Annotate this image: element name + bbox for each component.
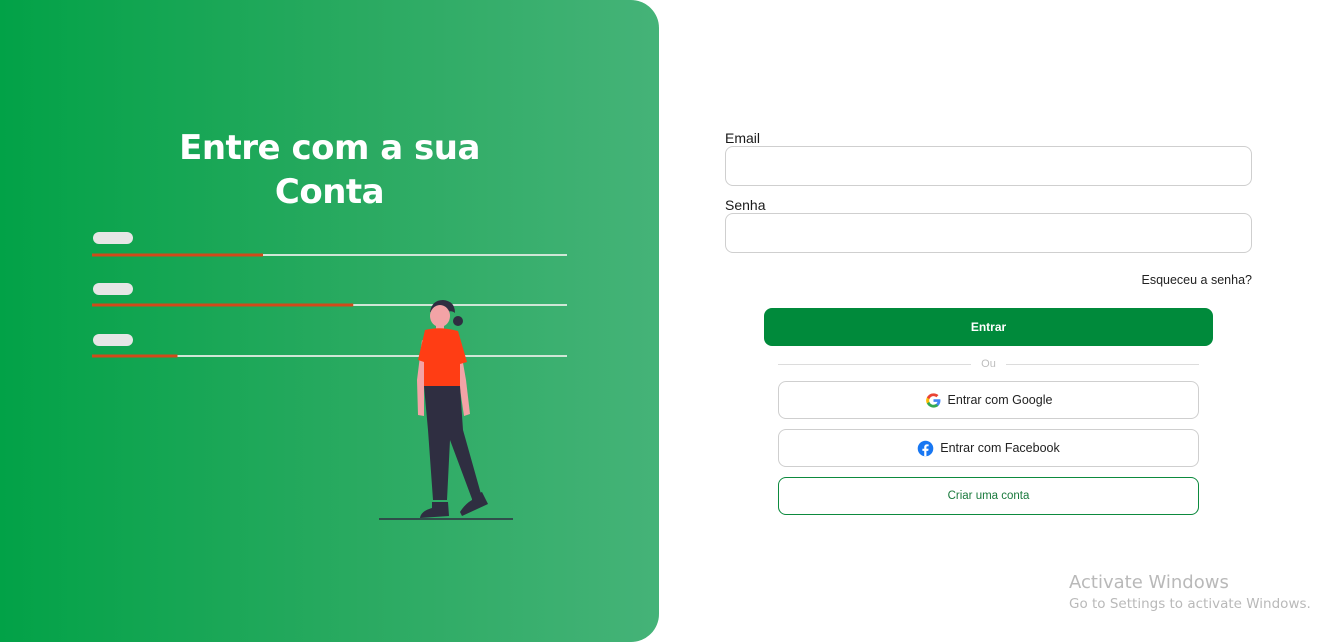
progress-row-pill — [93, 232, 133, 244]
divider-text: Ou — [981, 358, 996, 370]
right-shoe — [460, 492, 488, 516]
person-illustration — [379, 300, 513, 520]
login-illustration — [92, 232, 567, 520]
forgot-password-link[interactable]: Esqueceu a senha? — [1141, 273, 1252, 287]
pants — [424, 386, 481, 500]
create-account-button[interactable]: Criar uma conta — [778, 477, 1199, 515]
divider: Ou — [778, 356, 1199, 372]
hair-bun — [453, 316, 463, 326]
divider-line-right — [1005, 363, 1199, 365]
facebook-login-label: Entrar com Facebook — [940, 441, 1060, 455]
password-field[interactable] — [725, 213, 1252, 253]
email-field[interactable] — [725, 146, 1252, 186]
progress-row-pill — [93, 283, 133, 295]
left-shoe — [420, 502, 449, 518]
watermark-subtitle: Go to Settings to activate Windows. — [1069, 596, 1311, 612]
google-icon — [925, 392, 942, 409]
password-label: Senha — [725, 197, 766, 213]
windows-activation-watermark: Activate Windows Go to Settings to activ… — [1069, 572, 1311, 614]
login-button[interactable]: Entrar — [764, 308, 1213, 346]
facebook-icon — [917, 440, 934, 457]
progress-row-pill — [93, 334, 133, 346]
progress-rows — [92, 232, 567, 358]
face — [430, 305, 450, 327]
divider-line-left — [778, 363, 972, 365]
email-label: Email — [725, 130, 761, 146]
google-login-button[interactable]: Entrar com Google — [778, 381, 1199, 419]
shirt — [418, 328, 467, 386]
hero-panel: Entre com a sua Conta — [0, 0, 659, 642]
watermark-title: Activate Windows — [1069, 572, 1229, 593]
facebook-login-button[interactable]: Entrar com Facebook — [778, 429, 1199, 467]
google-login-label: Entrar com Google — [947, 393, 1053, 407]
